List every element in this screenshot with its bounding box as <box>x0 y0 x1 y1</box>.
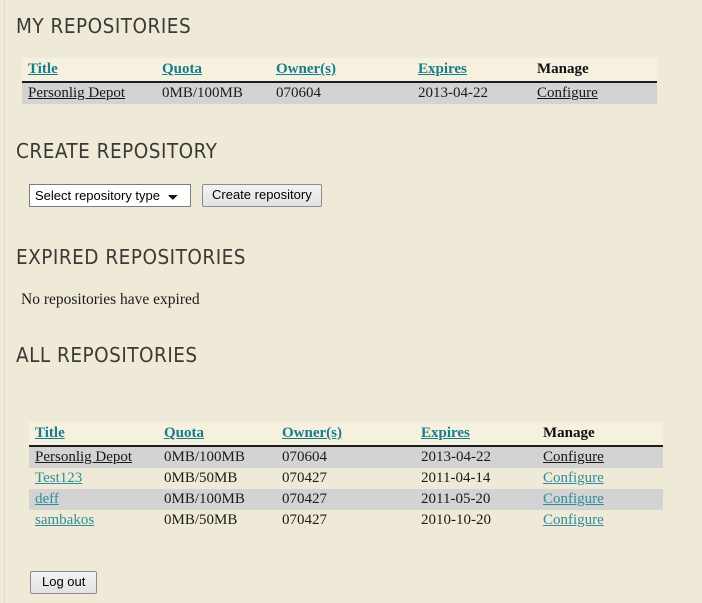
cell-owners: 070427 <box>282 512 327 528</box>
configure-link[interactable]: Configure <box>543 491 604 507</box>
configure-link[interactable]: Configure <box>543 512 604 528</box>
column-header-quota: Quota <box>158 422 276 447</box>
column-header-manage: Manage <box>537 422 663 447</box>
page-title-all-repositories: ALL REPOSITORIES <box>16 343 198 367</box>
repository-title-link[interactable]: deff <box>35 491 59 507</box>
column-header-title: Title <box>22 58 156 83</box>
column-header-owners: Owner(s) <box>276 422 415 447</box>
cell-quota: 0MB/100MB <box>158 446 276 468</box>
table-row: deff 0MB/100MB 070427 2011-05-20 Configure <box>29 489 663 510</box>
cell-owners: 070604 <box>276 446 415 468</box>
cell-title: sambakos <box>29 510 158 531</box>
create-repository-button[interactable]: Create repository <box>202 184 322 207</box>
configure-link[interactable]: Configure <box>543 449 604 465</box>
expired-repositories-empty-message: No repositories have expired <box>21 291 200 308</box>
all-repositories-table: Title Quota Owner(s) Expires Manage Pers… <box>29 422 663 531</box>
cell-owners: 070604 <box>270 82 412 104</box>
repository-title-link[interactable]: Personlig Depot <box>28 85 125 101</box>
sort-link-quota[interactable]: Quota <box>162 61 202 77</box>
cell-title: Personlig Depot <box>22 82 156 104</box>
table-header-row: Title Quota Owner(s) Expires Manage <box>29 422 663 447</box>
configure-link[interactable]: Configure <box>543 470 604 486</box>
column-header-manage: Manage <box>531 58 657 83</box>
table-row: Test123 0MB/50MB 070427 2011-04-14 Configure <box>29 468 663 489</box>
page-title-create-repository: CREATE REPOSITORY <box>16 139 218 163</box>
cell-quota: 0MB/100MB <box>158 489 276 510</box>
table-row: Personlig Depot 0MB/100MB 070604 2013-04-22… <box>22 82 657 104</box>
column-header-expires: Expires <box>415 422 537 447</box>
cell-title: Test123 <box>29 468 158 489</box>
cell-title: Personlig Depot <box>29 446 158 468</box>
repository-title-link[interactable]: Personlig Depot <box>35 449 132 465</box>
column-header-quota: Quota <box>156 58 270 83</box>
cell-title: deff <box>29 489 158 510</box>
cell-quota: 0MB/50MB <box>164 512 238 528</box>
table-header-row: Title Quota Owner(s) Expires Manage <box>22 58 657 83</box>
cell-expires: 2013-04-22 <box>412 82 531 104</box>
configure-link[interactable]: Configure <box>537 85 598 101</box>
cell-manage: Configure <box>537 510 663 531</box>
my-repositories-table: Title Quota Owner(s) Expires Manage Pers… <box>22 58 657 104</box>
sort-link-title[interactable]: Title <box>35 425 65 441</box>
cell-manage: Configure <box>537 489 663 510</box>
create-repository-controls: Select repository type Create repository <box>29 184 322 207</box>
table-row: sambakos 0MB/50MB 070427 2010-10-20 Configur… <box>29 510 663 531</box>
sort-link-expires[interactable]: Expires <box>421 425 470 441</box>
cell-owners: 070427 <box>276 489 415 510</box>
logout-button[interactable]: Log out <box>30 571 98 594</box>
repository-type-select[interactable]: Select repository type <box>29 184 191 207</box>
cell-quota: 0MB/50MB <box>164 470 238 486</box>
repository-title-link[interactable]: sambakos <box>35 512 94 528</box>
cell-owners: 070427 <box>282 470 327 486</box>
column-header-expires: Expires <box>412 58 531 83</box>
page-title-expired-repositories: EXPIRED REPOSITORIES <box>16 245 246 269</box>
all-repositories-body: Personlig Depot 0MB/100MB 070604 2013-04-22… <box>29 446 663 531</box>
logout-container: Log out <box>30 571 98 594</box>
cell-manage: Configure <box>537 468 663 489</box>
column-header-title: Title <box>29 422 158 447</box>
column-header-owners: Owner(s) <box>270 58 412 83</box>
cell-manage: Configure <box>537 446 663 468</box>
sort-link-owners[interactable]: Owner(s) <box>282 425 342 441</box>
table-row: Personlig Depot 0MB/100MB 070604 2013-04-22… <box>29 446 663 468</box>
cell-quota: 0MB/100MB <box>156 82 270 104</box>
cell-manage: Configure <box>531 82 657 104</box>
sort-link-owners[interactable]: Owner(s) <box>276 61 336 77</box>
page-title-my-repositories: MY REPOSITORIES <box>16 14 192 38</box>
cell-expires: 2010-10-20 <box>421 512 491 528</box>
cell-expires: 2011-04-14 <box>421 470 491 486</box>
sort-link-quota[interactable]: Quota <box>164 425 204 441</box>
cell-expires: 2013-04-22 <box>415 446 537 468</box>
my-repositories-body: Personlig Depot 0MB/100MB 070604 2013-04-22… <box>22 82 657 104</box>
left-edge-rule <box>4 0 5 603</box>
cell-expires: 2011-05-20 <box>415 489 537 510</box>
sort-link-expires[interactable]: Expires <box>418 61 467 77</box>
repository-title-link[interactable]: Test123 <box>35 470 82 486</box>
sort-link-title[interactable]: Title <box>28 61 58 77</box>
